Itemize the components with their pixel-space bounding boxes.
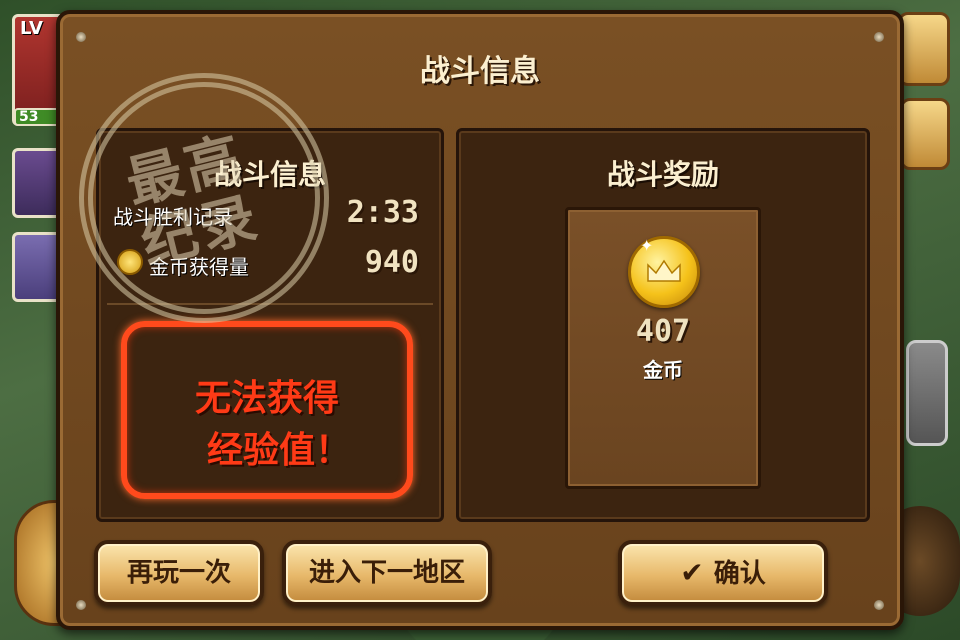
rivet (76, 32, 86, 42)
battle-time-value: 2:33 (346, 195, 419, 230)
friend-button[interactable] (906, 340, 948, 446)
confirm-button[interactable]: ✔ 确认 (618, 540, 828, 606)
side-menu-button[interactable] (900, 98, 950, 170)
pause-button[interactable] (898, 12, 950, 86)
check-icon: ✔ (680, 556, 704, 589)
no-exp-notice: 无法获得 经验值！ (121, 321, 413, 499)
divider (107, 303, 433, 305)
reward-title: 战斗奖励 (606, 158, 719, 191)
reward-amount: 407 (635, 314, 691, 349)
no-exp-line2: 经验值！ (206, 430, 351, 471)
gold-coin-icon (628, 236, 700, 308)
coin-gained-label: 金币获得量 (149, 255, 249, 279)
dialog-title: 战斗信息 (420, 54, 540, 89)
confirm-label: 确认 (713, 559, 766, 589)
next-area-button[interactable]: 进入下一地区 (282, 540, 492, 606)
battle-time-row: 战斗胜利记录 2:33 (113, 195, 419, 231)
battle-time-label: 战斗胜利记录 (113, 205, 233, 229)
coin-icon (117, 249, 143, 275)
battle-reward-panel: 战斗奖励 ✦ 407 金币 (456, 128, 870, 522)
battle-stats-panel: 战斗信息 战斗胜利记录 2:33 金币获得量 940 无法获得 经验值！ 最高纪… (52, 46, 444, 522)
level-tag: LV (20, 18, 43, 39)
rivet (874, 32, 884, 42)
reward-name: 金币 (643, 358, 683, 382)
coin-gained-value: 940 (364, 245, 419, 280)
reward-card: ✦ 407 金币 (565, 207, 761, 489)
rivet (76, 600, 86, 610)
rivet (874, 600, 884, 610)
crown-icon (647, 259, 681, 282)
replay-button[interactable]: 再玩一次 (94, 540, 264, 606)
battle-info-dialog: 战斗信息 战斗信息 战斗胜利记录 2:33 金币获得量 940 无法获得 经验值… (52, 10, 904, 630)
no-exp-line1: 无法获得 (194, 378, 339, 419)
sparkle-icon: ✦ (640, 236, 654, 255)
stats-title: 战斗信息 (213, 158, 326, 191)
coin-gained-row: 金币获得量 940 (113, 245, 419, 281)
